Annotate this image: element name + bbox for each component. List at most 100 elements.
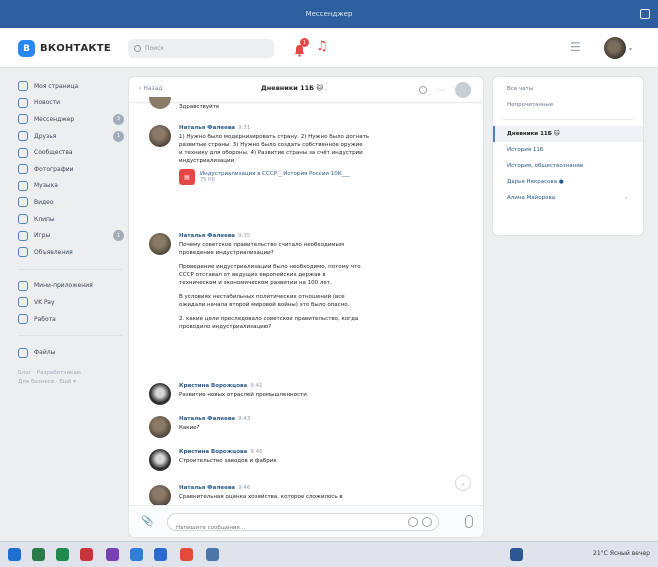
chat-list-item[interactable]: Дневники 11Б 🐱 (493, 126, 643, 142)
vk-logo[interactable]: В ВКОНТАКТЕ (18, 40, 111, 57)
yandex-icon[interactable] (180, 548, 193, 561)
mail-icon[interactable] (130, 548, 143, 561)
avatar[interactable] (149, 449, 171, 471)
message-time: 9:31 (238, 125, 251, 131)
message-author[interactable]: Наталья Фалеева 9:46 (179, 485, 447, 491)
nav-item[interactable]: Сообщества (14, 144, 126, 161)
chat-list-label: Алина Майорова (507, 195, 556, 201)
nav-item[interactable]: VK Pay (14, 294, 126, 311)
message-author[interactable]: Кристина Ворожцова 9:45 (179, 449, 447, 455)
footer-link[interactable]: Блог · Разработчикам (18, 369, 126, 378)
nav-item[interactable]: Работа (14, 311, 126, 328)
explorer-icon[interactable] (154, 548, 167, 561)
nav-item[interactable]: Новости (14, 95, 126, 112)
attach-icon[interactable]: 📎 (141, 516, 153, 527)
avatar[interactable] (149, 125, 171, 147)
chat-avatar[interactable] (455, 82, 471, 98)
message-text: 1) Нужно было модернизировать страну. 2)… (179, 133, 447, 165)
message-author[interactable]: Наталья Фалеева 9:35 (179, 233, 447, 239)
avatar[interactable] (149, 233, 171, 255)
nav-item[interactable]: Фотографии (14, 161, 126, 178)
window-control-icon[interactable] (640, 9, 650, 19)
nav-item[interactable]: Объявления (14, 244, 126, 261)
vk-icon[interactable] (206, 548, 219, 561)
avatar[interactable] (149, 485, 171, 507)
message-input-box[interactable] (167, 513, 439, 536)
author-name[interactable]: Наталья Фалеева (179, 485, 235, 491)
attachment-info: Индустриализация в СССР _ История России… (200, 171, 350, 183)
chevron-down-icon[interactable]: ⌄ (624, 194, 629, 201)
author-name[interactable]: Наталья Фалеева (179, 416, 235, 422)
search-icon[interactable] (419, 86, 428, 94)
word-icon[interactable] (510, 548, 523, 561)
nav-item[interactable]: Видео (14, 194, 126, 211)
chat-list-item[interactable]: История 11Б (493, 142, 643, 158)
nav-item-label: Видео (34, 198, 54, 206)
message-list[interactable]: Здравствуйте Наталья Фалеева 9:31 1) Нужно… (129, 97, 483, 507)
message-text: Почему советское правительство считало н… (179, 241, 447, 331)
message-author[interactable]: Наталья Фалеева 9:31 (179, 125, 447, 131)
chat-title[interactable]: Дневники 11Б 🐱 (261, 84, 323, 92)
avatar[interactable] (149, 416, 171, 438)
message-time: 9:46 (238, 485, 251, 491)
message-author[interactable]: Наталья Фалеева 9:43 (179, 416, 447, 422)
emoji-icon[interactable] (408, 517, 418, 527)
home-icon (18, 81, 28, 92)
search-icon[interactable] (32, 548, 45, 561)
avatar[interactable] (149, 383, 171, 405)
nav-item[interactable]: Игры 1 (14, 227, 126, 244)
left-navigation: Моя страница Новости Мессенджер 3 Друзья 1 Соо… (14, 78, 126, 387)
notifications-button[interactable]: 1 (293, 38, 309, 57)
notifications-badge: 1 (300, 38, 309, 47)
message-body: Наталья Фалеева 9:43 Какие? (179, 416, 447, 432)
message-paragraph: Проведение индустриализации было необход… (179, 263, 447, 287)
search-input[interactable]: Поиск (145, 45, 164, 52)
music-icon[interactable]: ♫ (316, 39, 330, 55)
windows-icon[interactable] (8, 548, 21, 561)
nav-item[interactable]: Мессенджер 3 (14, 111, 126, 128)
nav-item[interactable]: Клипы (14, 211, 126, 228)
nav-item[interactable]: Файлы (14, 344, 126, 361)
filter-item[interactable]: Непрочитанные (493, 97, 643, 113)
message-author[interactable]: Кристина Ворожцова 9:42 (179, 383, 447, 389)
chat-list-label: Дарья Некрасова ● (507, 179, 564, 185)
tray-weather[interactable]: 21°C Ясный вечер (593, 550, 650, 557)
message-line: Развитие новых отраслей промышленности (179, 392, 307, 398)
footer-link[interactable]: Для бизнеса · Ещё ▾ (18, 378, 126, 387)
chevron-down-icon[interactable]: ▾ (629, 46, 632, 53)
more-icon[interactable]: ··· (437, 86, 445, 95)
chrome-icon[interactable] (80, 548, 93, 561)
search-box[interactable]: Поиск (128, 39, 274, 58)
nav-item[interactable]: Моя страница (14, 78, 126, 95)
attachment-name[interactable]: Индустриализация в СССР _ История России… (200, 171, 350, 177)
message-line: Сравнительная оценка хозяйства, которое … (179, 494, 343, 500)
nav-item[interactable]: Мини-приложения (14, 278, 126, 295)
author-name[interactable]: Кристина Ворожцова (179, 383, 247, 389)
back-button[interactable]: ‹ Назад (139, 85, 163, 92)
store-icon[interactable] (106, 548, 119, 561)
scroll-down-button[interactable]: ⌄ (455, 475, 471, 491)
apps-icon (18, 280, 28, 291)
chat-filter-panel: Все чаты Непрочитанные Дневники 11Б 🐱 Истор… (492, 76, 644, 236)
profile-avatar[interactable] (604, 37, 626, 59)
author-name[interactable]: Кристина Ворожцова (179, 449, 247, 455)
chat-list-item[interactable]: История, обществознание (493, 158, 643, 174)
file-attachment[interactable]: ▤ Индустриализация в СССР _ История Росси… (179, 169, 447, 185)
author-name[interactable]: Наталья Фалеева (179, 125, 235, 131)
chat-actions: ··· (419, 82, 471, 98)
nav-item-label: VK Pay (34, 298, 55, 306)
video-icon (18, 197, 28, 208)
author-name[interactable]: Наталья Фалеева (179, 233, 235, 239)
message-input[interactable] (168, 520, 388, 536)
sticker-icon[interactable] (422, 517, 432, 527)
divider (18, 335, 122, 337)
filter-item[interactable]: Все чаты (493, 81, 643, 97)
nav-item[interactable]: Музыка (14, 178, 126, 195)
chat-list-item[interactable]: Дарья Некрасова ● (493, 174, 643, 190)
files-icon (18, 347, 28, 358)
chat-list-item[interactable]: Алина Майорова ⌄ (493, 190, 643, 206)
menu-icon[interactable]: ☰ (570, 40, 584, 54)
microphone-icon[interactable] (465, 515, 473, 528)
nav-item[interactable]: Друзья 1 (14, 128, 126, 145)
taskview-icon[interactable] (56, 548, 69, 561)
